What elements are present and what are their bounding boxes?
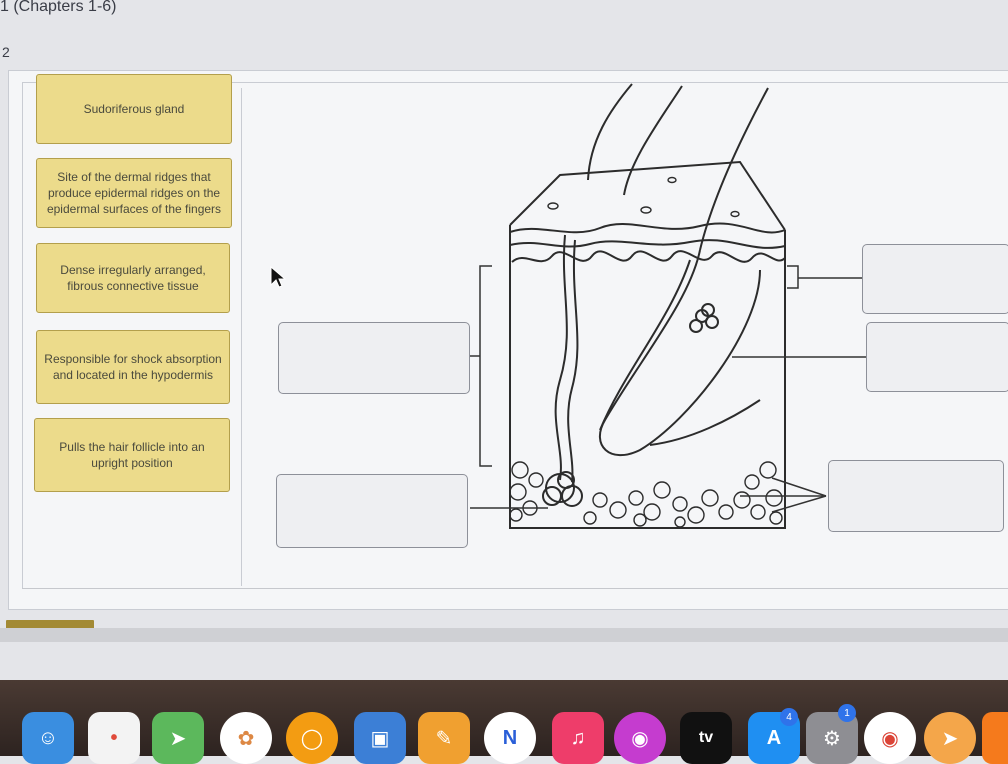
label-text: Responsible for shock absorption and loc…	[44, 352, 222, 382]
maps-icon[interactable]: ➤	[152, 712, 204, 764]
label-text: Dense irregularly arranged, fibrous conn…	[60, 263, 206, 293]
page-footer-bar	[0, 628, 1008, 642]
mouse-cursor-icon	[270, 266, 286, 288]
label-card-sudoriferous-gland[interactable]: Sudoriferous gland	[36, 74, 232, 144]
app-icon-partial[interactable]	[982, 712, 1008, 764]
finder-icon[interactable]: ☺	[22, 712, 74, 764]
system-preferences-badge: 1	[838, 704, 856, 722]
drop-target-right-bottom[interactable]	[828, 460, 1004, 532]
label-column-divider	[241, 88, 242, 586]
photos-icon[interactable]: ✿	[220, 712, 272, 764]
app-store-badge: 4	[780, 708, 798, 726]
apple-tv-icon[interactable]: tv	[680, 712, 732, 764]
drop-target-right-middle[interactable]	[866, 322, 1008, 392]
panel-bottom-border	[22, 588, 1008, 589]
label-text: Sudoriferous gland	[83, 102, 185, 116]
music-icon[interactable]: ♫	[552, 712, 604, 764]
drop-target-right-top[interactable]	[862, 244, 1008, 314]
label-text: Pulls the hair follicle into an upright …	[59, 440, 205, 470]
question-number: 2	[2, 44, 10, 60]
news-icon[interactable]: N	[484, 712, 536, 764]
drop-target-left-upper[interactable]	[278, 322, 470, 394]
pages-icon[interactable]: ✎	[418, 712, 470, 764]
tv-label: tv	[698, 729, 714, 746]
label-card-shock-absorption[interactable]: Responsible for shock absorption and loc…	[36, 330, 230, 404]
assignment-title: 1 (Chapters 1-6)	[0, 0, 117, 15]
chrome-icon[interactable]: ◉	[864, 712, 916, 764]
label-card-dermal-ridges[interactable]: Site of the dermal ridges that produce e…	[36, 158, 232, 228]
reminders-icon[interactable]: •	[88, 712, 140, 764]
label-card-hair-follicle-puller[interactable]: Pulls the hair follicle into an upright …	[34, 418, 230, 492]
clock-icon[interactable]: ◯	[286, 712, 338, 764]
podcasts-icon[interactable]: ◉	[614, 712, 666, 764]
drop-target-left-lower[interactable]	[276, 474, 468, 548]
label-text: Site of the dermal ridges that produce e…	[46, 170, 222, 216]
keynote-icon[interactable]: ▣	[354, 712, 406, 764]
safari-icon[interactable]: ➤	[924, 712, 976, 764]
label-card-dense-irregular-tissue[interactable]: Dense irregularly arranged, fibrous conn…	[36, 243, 230, 313]
